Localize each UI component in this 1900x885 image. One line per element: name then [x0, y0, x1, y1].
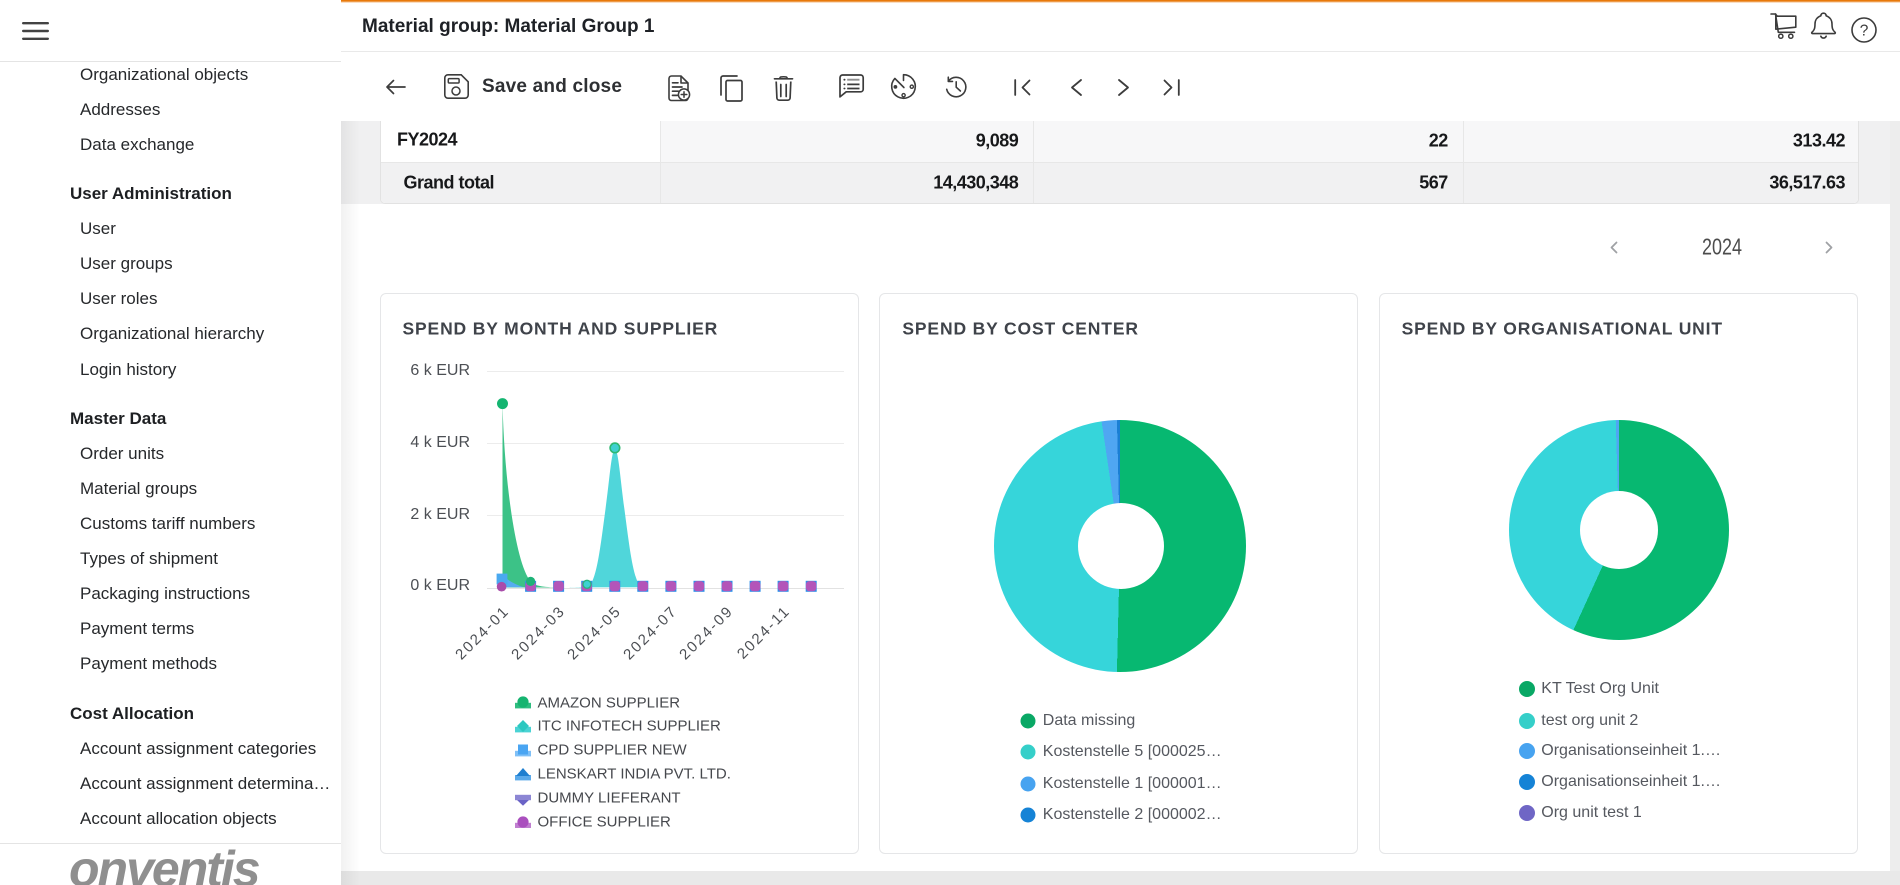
svg-text:?: ? — [1860, 22, 1869, 39]
